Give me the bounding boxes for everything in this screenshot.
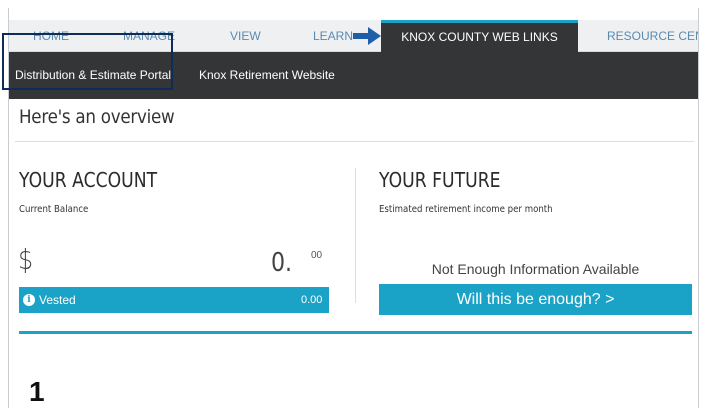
balance-cents: 00 <box>311 250 323 261</box>
nav-learn[interactable]: LEARN <box>313 20 353 52</box>
currency-symbol: $ <box>18 243 34 276</box>
arrow-right-icon <box>353 27 381 45</box>
divider <box>15 141 694 142</box>
page-title: Here's an overview <box>19 106 175 128</box>
future-section-title: YOUR FUTURE <box>379 168 501 192</box>
current-balance-label: Current Balance <box>19 204 89 215</box>
nav-view[interactable]: VIEW <box>230 20 261 52</box>
section-divider <box>355 168 356 303</box>
info-icon[interactable]: i <box>23 294 35 306</box>
nav-knox-county-web-links[interactable]: KNOX COUNTY WEB LINKS <box>381 20 578 53</box>
vested-label: Vested <box>39 293 76 307</box>
account-section-title: YOUR ACCOUNT <box>19 168 158 192</box>
highlight-box <box>2 33 173 90</box>
subnav-knox-retirement-website[interactable]: Knox Retirement Website <box>199 52 335 99</box>
estimated-income-label: Estimated retirement income per month <box>379 204 553 215</box>
balance-amount: 0. <box>271 248 293 278</box>
accent-divider <box>19 331 692 334</box>
income-status: Not Enough Information Available <box>431 261 640 277</box>
vested-value: 0.00 <box>301 294 323 306</box>
step-number: 1 <box>29 376 45 407</box>
will-this-be-enough-button[interactable]: Will this be enough? > <box>379 284 692 315</box>
nav-resource-center[interactable]: RESOURCE CENTE <box>607 20 698 52</box>
vested-bar[interactable]: i Vested 0.00 <box>19 287 329 313</box>
